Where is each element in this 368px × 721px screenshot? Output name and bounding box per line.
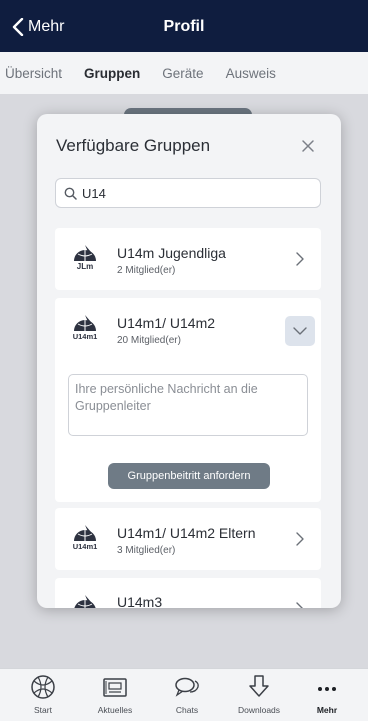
- group-name: U14m Jugendliga: [117, 245, 226, 261]
- tab-id-card[interactable]: Ausweis: [226, 65, 276, 81]
- tab-label: Aktuelles: [97, 705, 133, 715]
- tab-start[interactable]: Start: [8, 669, 78, 721]
- more-dots-icon: [318, 687, 336, 691]
- bottom-tab-bar: Start Aktuelles Chats Downloads Mehr: [0, 668, 368, 721]
- chat-bubbles-icon: [175, 677, 199, 697]
- profile-tabs: Übersicht Gruppen Geräte Ausweis: [0, 52, 368, 94]
- logo-text: U14m1: [72, 542, 98, 551]
- group-member-count: 3 Mitglied(er): [117, 545, 176, 556]
- tab-groups[interactable]: Gruppen: [84, 65, 140, 81]
- tab-chats[interactable]: Chats: [152, 669, 222, 721]
- tab-label: Mehr: [316, 705, 338, 715]
- search-input[interactable]: [82, 185, 302, 201]
- tab-devices[interactable]: Geräte: [162, 65, 203, 81]
- tab-downloads[interactable]: Downloads: [224, 669, 294, 721]
- group-card[interactable]: U14m3: [55, 578, 321, 608]
- modal-title: Verfügbare Gruppen: [56, 136, 211, 155]
- request-membership-button[interactable]: Gruppenbeitritt anfordern: [108, 463, 270, 489]
- tab-news[interactable]: Aktuelles: [80, 669, 150, 721]
- message-textarea[interactable]: Ihre persönliche Nachricht an die Gruppe…: [68, 374, 308, 436]
- search-field[interactable]: [55, 178, 321, 208]
- chevron-right-icon: [296, 602, 303, 608]
- tab-overview[interactable]: Übersicht: [5, 65, 62, 81]
- group-card[interactable]: U14m1 U14m1/ U14m2 Eltern 3 Mitglied(er): [55, 508, 321, 570]
- available-groups-modal: Verfügbare Gruppen JLm U14m Jugendliga 2…: [37, 114, 341, 608]
- group-name: U14m1/ U14m2 Eltern: [117, 525, 256, 541]
- tab-label: Chats: [175, 705, 199, 715]
- basketball-icon: [31, 675, 55, 699]
- group-name: U14m3: [117, 594, 163, 608]
- chevron-down-icon: [293, 327, 307, 335]
- group-card-expanded[interactable]: U14m1 U14m1/ U14m2 20 Mitglied(er) Ihre …: [55, 298, 321, 502]
- collapse-button[interactable]: [285, 316, 315, 346]
- page-title: Profil: [163, 18, 205, 35]
- chevron-right-icon: [296, 532, 304, 546]
- group-name: U14m1/ U14m2: [117, 315, 216, 331]
- close-icon[interactable]: [299, 137, 317, 155]
- search-icon: [64, 187, 77, 200]
- chevron-right-icon: [296, 252, 304, 266]
- tab-more[interactable]: Mehr: [292, 669, 362, 721]
- tab-label: Start: [34, 705, 52, 715]
- basketball-team-logo-icon: [74, 595, 96, 608]
- logo-text: U14m1: [72, 332, 98, 341]
- group-card[interactable]: JLm U14m Jugendliga 2 Mitglied(er): [55, 228, 321, 290]
- tab-label: Downloads: [237, 705, 281, 715]
- nav-header: Mehr Profil: [0, 0, 368, 52]
- logo-text: JLm: [76, 262, 94, 271]
- newspaper-icon: [103, 678, 127, 697]
- group-member-count: 20 Mitglied(er): [117, 335, 181, 346]
- group-member-count: 2 Mitglied(er): [117, 265, 176, 276]
- download-arrow-icon: [249, 675, 269, 697]
